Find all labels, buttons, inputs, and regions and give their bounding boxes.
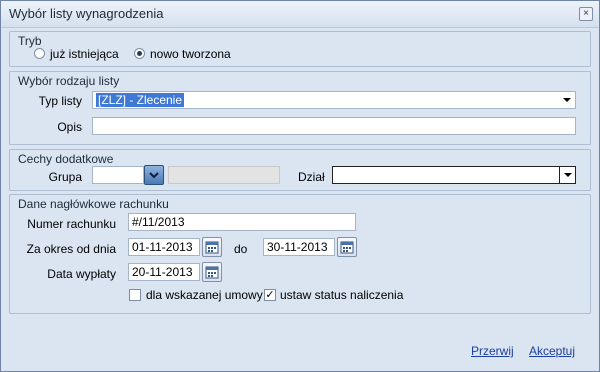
okres-do-input[interactable]: 30-11-2013 xyxy=(263,238,335,256)
wskazana-umowa-checkbox[interactable] xyxy=(129,289,141,301)
radio-new-label: nowo tworzona xyxy=(150,47,231,61)
calendar-icon[interactable] xyxy=(337,237,357,257)
dzial-select[interactable] xyxy=(332,166,576,184)
wskazana-umowa-label: dla wskazanej umowy xyxy=(146,288,263,302)
opis-label: Opis xyxy=(57,120,82,134)
cechy-group: Cechy dodatkowe Grupa Dział xyxy=(9,149,591,191)
typ-listy-select[interactable]: [ZLZ] - Zlecenie xyxy=(92,91,576,109)
tryb-group: Tryb już istniejąca nowo tworzona xyxy=(9,31,591,67)
close-icon[interactable]: × xyxy=(579,7,593,21)
rodzaj-group-title: Wybór rodzaju listy xyxy=(18,74,120,88)
radio-existing-label: już istniejąca xyxy=(50,47,119,61)
typ-listy-value: [ZLZ] - Zlecenie xyxy=(96,93,185,107)
typ-listy-label: Typ listy xyxy=(38,94,82,108)
naglowek-group-title: Dane nagłówkowe rachunku xyxy=(18,197,169,211)
okres-od-label: Za okres od dnia xyxy=(26,242,116,256)
chevron-down-icon xyxy=(149,172,159,179)
data-wyplaty-label: Data wypłaty xyxy=(47,267,116,281)
grupa-input[interactable] xyxy=(92,166,144,184)
dialog-window: Wybór listy wynagrodzenia × Tryb już ist… xyxy=(0,0,600,372)
rodzaj-group: Wybór rodzaju listy Typ listy [ZLZ] - Zl… xyxy=(9,71,591,145)
status-naliczenia-label: ustaw status naliczenia xyxy=(280,288,404,302)
grupa-label: Grupa xyxy=(48,170,82,184)
dzial-dropdown-button[interactable] xyxy=(559,166,576,184)
calendar-icon[interactable] xyxy=(202,262,222,282)
chevron-down-icon xyxy=(563,98,571,102)
calendar-icon[interactable] xyxy=(202,237,222,257)
akceptuj-link[interactable]: Akceptuj xyxy=(529,344,575,358)
radio-existing[interactable] xyxy=(34,48,45,59)
title-bar: Wybór listy wynagrodzenia × xyxy=(1,1,599,28)
radio-new[interactable] xyxy=(134,48,145,59)
okres-do-label: do xyxy=(234,242,248,256)
opis-input[interactable] xyxy=(92,117,576,135)
grupa-dropdown-button[interactable] xyxy=(144,165,164,185)
data-wyplaty-input[interactable]: 20-11-2013 xyxy=(128,263,200,281)
okres-od-input[interactable]: 01-11-2013 xyxy=(128,238,200,256)
cechy-group-title: Cechy dodatkowe xyxy=(18,152,114,166)
przerwij-link[interactable]: Przerwij xyxy=(471,344,514,358)
tryb-group-title: Tryb xyxy=(18,34,42,48)
grupa-name-field xyxy=(168,166,280,184)
window-title: Wybór listy wynagrodzenia xyxy=(9,6,164,21)
chevron-down-icon xyxy=(564,173,572,177)
naglowek-group: Dane nagłówkowe rachunku Numer rachunku … xyxy=(9,194,591,314)
numer-rachunku-input[interactable]: #/11/2013 xyxy=(128,213,356,231)
numer-rachunku-label: Numer rachunku xyxy=(27,217,116,231)
dzial-label: Dział xyxy=(298,170,325,184)
status-naliczenia-checkbox[interactable]: ✓ xyxy=(264,289,276,301)
